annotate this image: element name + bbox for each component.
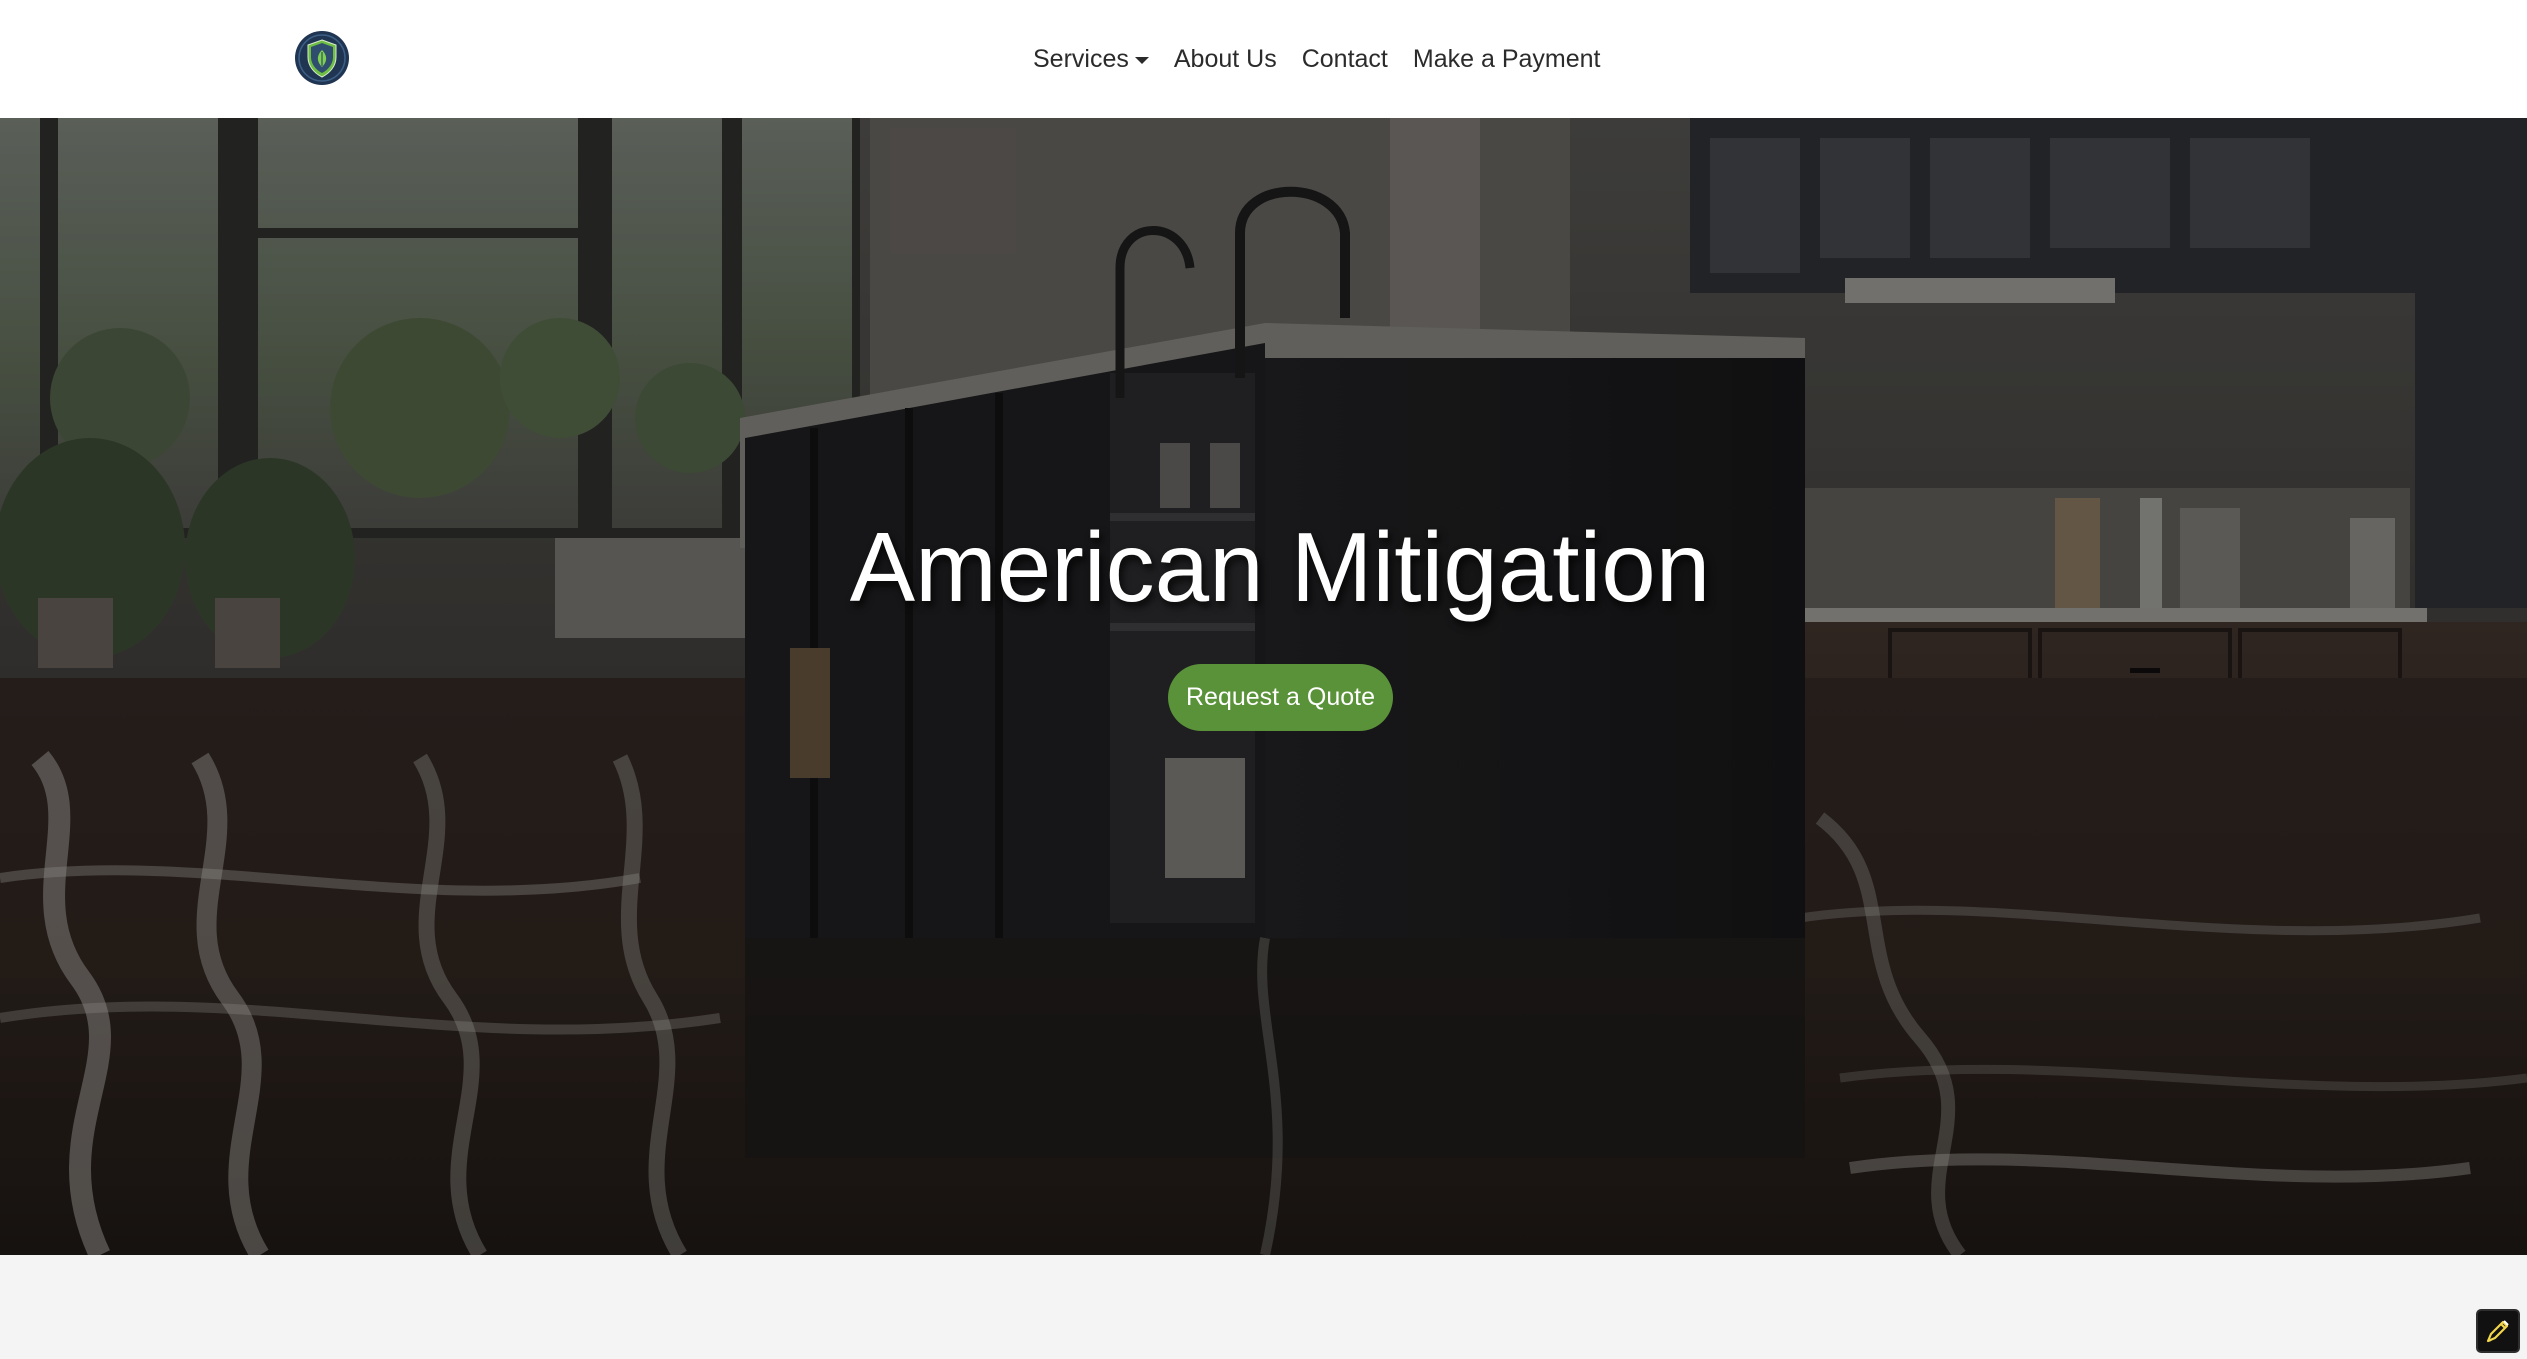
request-quote-button[interactable]: Request a Quote xyxy=(1168,664,1393,731)
nav-make-a-payment[interactable]: Make a Payment xyxy=(1413,45,1601,74)
hero-title: American Mitigation xyxy=(849,512,1711,622)
hero-section: American Mitigation Request a Quote xyxy=(0,118,2527,1255)
site-header: Services About Us Contact Make a Payment xyxy=(0,0,2527,118)
main-nav: Services About Us Contact Make a Payment xyxy=(1033,0,1600,118)
logo-link[interactable] xyxy=(294,30,350,86)
nav-contact[interactable]: Contact xyxy=(1302,45,1388,74)
nav-about-us[interactable]: About Us xyxy=(1174,45,1277,74)
pencil-icon xyxy=(2482,1315,2514,1347)
hero-content: American Mitigation Request a Quote xyxy=(0,118,2527,1255)
shield-leaf-icon xyxy=(294,30,350,86)
floating-edit-button[interactable] xyxy=(2476,1309,2520,1353)
nav-services-dropdown[interactable]: Services xyxy=(1033,45,1149,74)
nav-services-label: Services xyxy=(1033,44,1129,73)
caret-down-icon xyxy=(1134,56,1149,64)
content-section xyxy=(0,1255,2527,1359)
